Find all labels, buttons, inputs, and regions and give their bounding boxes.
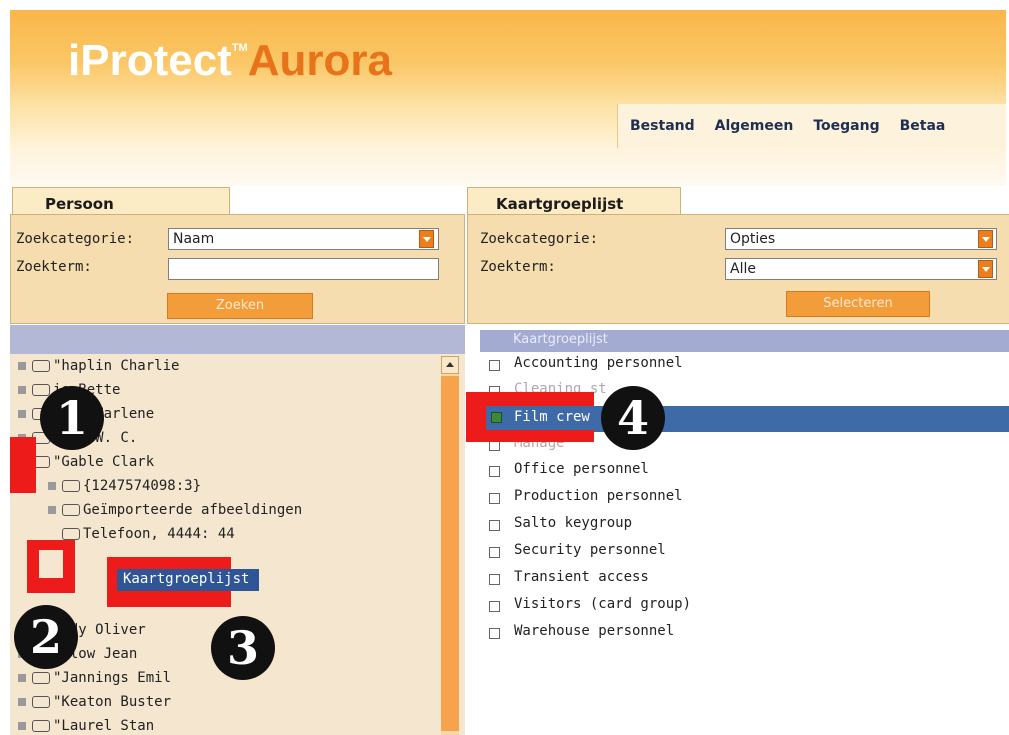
card-icon [62, 480, 80, 492]
person-search-category-label: Zoekcategorie: [16, 231, 135, 247]
tree-scrollbar-thumb[interactable] [441, 376, 459, 731]
checkbox[interactable] [489, 601, 500, 612]
list-item[interactable]: Visitors (card group) [480, 593, 1009, 619]
menu-item-betaal[interactable]: Betaa [900, 118, 946, 134]
tree-item[interactable]: "haplin Charlie [18, 358, 179, 374]
person-icon [32, 360, 50, 372]
person-icon [32, 384, 50, 396]
person-search-category-select[interactable]: Naam [168, 228, 439, 250]
expand-icon[interactable] [18, 386, 26, 394]
highlight-marker-2-inner [39, 550, 63, 578]
expand-icon[interactable] [48, 506, 56, 514]
tree-header-strip [10, 325, 465, 354]
cardgroup-search-term-label: Zoekterm: [480, 259, 556, 275]
step-badge-1: 1 [40, 386, 104, 450]
select-button[interactable]: Selecteren [786, 291, 930, 317]
list-item[interactable]: Transient access [480, 566, 1009, 592]
person-search-term-input[interactable] [168, 258, 439, 280]
kaartgroeplijst-highlighted-label[interactable]: Kaartgroeplijst [117, 569, 259, 591]
step-badge-2: 2 [14, 605, 78, 669]
tree-item[interactable]: "Keaton Buster [18, 694, 171, 710]
tree-item-card[interactable]: {1247574098:3} [48, 478, 201, 494]
expand-icon[interactable] [18, 674, 26, 682]
menu-item-toegang[interactable]: Toegang [813, 118, 879, 134]
checkbox[interactable] [489, 547, 500, 558]
expand-icon[interactable] [18, 722, 26, 730]
image-icon [62, 504, 80, 516]
phone-icon [62, 528, 80, 540]
checkbox[interactable] [489, 466, 500, 477]
checkbox[interactable] [489, 493, 500, 504]
logo-trademark: TM [231, 42, 248, 54]
tab-persoon[interactable]: Persoon [12, 187, 230, 215]
list-item[interactable]: Office personnel [480, 458, 1009, 484]
expand-icon[interactable] [18, 410, 26, 418]
main-menu: Bestand Algemeen Toegang Betaa [617, 104, 1006, 148]
film-crew-highlight-fill: Film crew [486, 406, 596, 430]
tree-item[interactable]: "Laurel Stan [18, 718, 154, 734]
highlight-marker-1 [10, 437, 36, 493]
menu-item-bestand[interactable]: Bestand [630, 118, 695, 134]
tab-kaartgroeplijst[interactable]: Kaartgroeplijst [467, 187, 681, 215]
list-item[interactable]: Salto keygroup [480, 512, 1009, 538]
chevron-down-icon[interactable] [419, 230, 434, 248]
checkbox[interactable] [489, 628, 500, 639]
tree-item-images[interactable]: Geïmporteerde afbeeldingen [48, 502, 302, 518]
film-crew-label: Film crew [514, 409, 590, 425]
header-subband [10, 148, 1006, 186]
menu-item-algemeen[interactable]: Algemeen [715, 118, 794, 134]
expand-icon[interactable] [18, 362, 26, 370]
scroll-up-icon[interactable] [441, 356, 459, 374]
tree-item-phone[interactable]: Telefoon, 4444: 44 [62, 526, 235, 542]
person-icon [32, 720, 50, 732]
tree-item[interactable]: "Jannings Emil [18, 670, 171, 686]
app-logo: iProtectTMAurora [68, 36, 392, 86]
person-icon [32, 672, 50, 684]
cardgroup-search-category-label: Zoekcategorie: [480, 231, 599, 247]
list-header: Kaartgroeplijst [480, 330, 1009, 352]
step-badge-3: 3 [211, 616, 275, 680]
checkbox[interactable] [489, 574, 500, 585]
expand-icon[interactable] [18, 698, 26, 706]
logo-accent-text: Aurora [247, 36, 392, 85]
list-item[interactable]: Production personnel [480, 485, 1009, 511]
checkbox-checked-icon[interactable] [491, 412, 502, 423]
checkbox[interactable] [489, 360, 500, 371]
chevron-down-icon[interactable] [978, 230, 993, 248]
list-item[interactable]: Accounting personnel [480, 352, 1009, 378]
person-search-term-label: Zoekterm: [16, 259, 92, 275]
step-badge-4: 4 [601, 386, 665, 450]
cardgroup-search-category-select[interactable]: Opties [725, 228, 997, 250]
tree-item-gable-clark[interactable]: "Gable Clark [18, 454, 154, 470]
logo-main-text: iProtect [68, 36, 232, 85]
person-icon [32, 696, 50, 708]
list-item[interactable]: Warehouse personnel [480, 620, 1009, 646]
app-header: iProtectTMAurora Bestand Algemeen Toegan… [10, 10, 1006, 148]
cardgroup-search-term-select[interactable]: Alle [725, 258, 997, 280]
chevron-down-icon[interactable] [978, 260, 993, 278]
expand-icon[interactable] [48, 482, 56, 490]
list-item[interactable]: Security personnel [480, 539, 1009, 565]
search-button[interactable]: Zoeken [167, 293, 313, 319]
checkbox[interactable] [489, 520, 500, 531]
list-header-label: Kaartgroeplijst [513, 332, 608, 347]
